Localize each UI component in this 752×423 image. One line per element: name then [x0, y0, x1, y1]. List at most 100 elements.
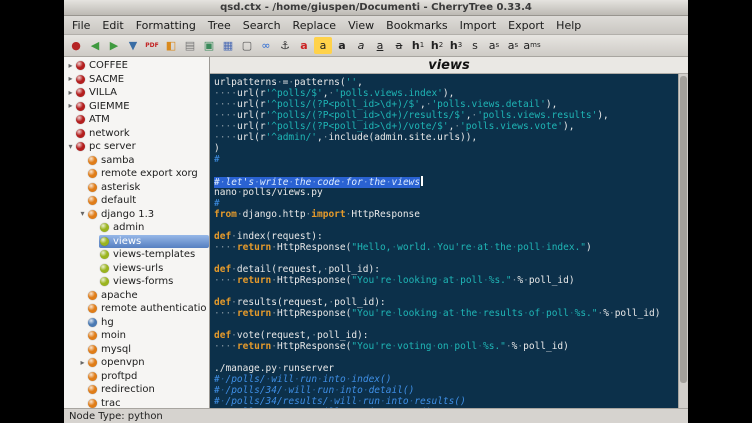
- tree-item-pc-server[interactable]: ▾pc server: [64, 140, 209, 154]
- code-line[interactable]: ): [214, 143, 676, 154]
- menu-bookmarks[interactable]: Bookmarks: [380, 18, 453, 33]
- code-line[interactable]: [214, 165, 676, 176]
- expander-icon[interactable]: ▾: [78, 210, 87, 218]
- tree-item-hg[interactable]: hg: [64, 316, 209, 330]
- code-line[interactable]: ····url(r'^polls/(?P<poll_id>\d+)/$',·'p…: [214, 99, 676, 110]
- code-line[interactable]: #: [214, 198, 676, 209]
- code-line[interactable]: ····url(r'^polls/(?P<poll_id>\d+)/vote/$…: [214, 121, 676, 132]
- save-icon[interactable]: ▼: [124, 37, 142, 54]
- bold-icon[interactable]: a: [333, 37, 351, 54]
- tree-item-mysql[interactable]: mysql: [64, 343, 209, 357]
- code-line[interactable]: from·django.http·import·HttpResponse: [214, 209, 676, 220]
- superscript-icon[interactable]: as: [485, 37, 503, 54]
- tree-item-django-1-3[interactable]: ▾django 1.3: [64, 208, 209, 222]
- code-line[interactable]: [214, 352, 676, 363]
- code-line[interactable]: #·/polls/·will·run·into·index(): [214, 374, 676, 385]
- go-back-icon[interactable]: ◀: [86, 37, 104, 54]
- code-line[interactable]: urlpatterns·=·patterns('',: [214, 77, 676, 88]
- underline-icon[interactable]: a: [371, 37, 389, 54]
- code-editor[interactable]: urlpatterns·=·patterns('',····url(r'^pol…: [210, 74, 688, 408]
- code-line[interactable]: nano·polls/views.py: [214, 187, 676, 198]
- code-line[interactable]: #·/polls/34/results/·will·run·into·resul…: [214, 396, 676, 407]
- tree-item-openvpn[interactable]: ▸openvpn: [64, 356, 209, 370]
- menu-file[interactable]: File: [66, 18, 96, 33]
- code-line[interactable]: ····return·HttpResponse("You're·looking·…: [214, 275, 676, 286]
- subscript-icon[interactable]: as: [504, 37, 522, 54]
- code-line[interactable]: ····return·HttpResponse("You're·looking·…: [214, 308, 676, 319]
- menu-tree[interactable]: Tree: [202, 18, 237, 33]
- menu-formatting[interactable]: Formatting: [130, 18, 202, 33]
- code-line[interactable]: def·vote(request,·poll_id):: [214, 330, 676, 341]
- expander-icon[interactable]: ▸: [66, 75, 75, 83]
- tree-item-admin[interactable]: admin: [64, 221, 209, 235]
- strikethrough-icon[interactable]: a: [390, 37, 408, 54]
- code-line[interactable]: #·let's·write·the·code·for·the·views: [214, 176, 676, 187]
- tree-item-views-templates[interactable]: views-templates: [64, 248, 209, 262]
- code-line[interactable]: def·results(request,·poll_id):: [214, 297, 676, 308]
- tree-item-samba[interactable]: samba: [64, 154, 209, 168]
- export-html-icon[interactable]: ◧: [162, 37, 180, 54]
- expander-icon[interactable]: ▸: [78, 359, 87, 367]
- code-line[interactable]: ····return·HttpResponse("Hello,·world.·Y…: [214, 242, 676, 253]
- expander-icon[interactable]: ▸: [66, 89, 75, 97]
- h2-icon[interactable]: h2: [428, 37, 446, 54]
- tree-item-redirection[interactable]: redirection: [64, 383, 209, 397]
- code-line[interactable]: ····return·HttpResponse("You're·voting·o…: [214, 341, 676, 352]
- code-line[interactable]: [214, 220, 676, 231]
- h1-icon[interactable]: h1: [409, 37, 427, 54]
- small-icon[interactable]: s: [466, 37, 484, 54]
- editor-scrollbar[interactable]: [678, 74, 688, 408]
- insert-table-icon[interactable]: ▦: [219, 37, 237, 54]
- tree-item-views-forms[interactable]: views-forms: [64, 275, 209, 289]
- tree-item-villa[interactable]: ▸VILLA: [64, 86, 209, 100]
- show-hide-tree-icon[interactable]: ●: [67, 37, 85, 54]
- insert-codebox-icon[interactable]: ▢: [238, 37, 256, 54]
- tree-item-network[interactable]: network: [64, 127, 209, 141]
- menu-export[interactable]: Export: [502, 18, 550, 33]
- menu-search[interactable]: Search: [237, 18, 287, 33]
- tree-item-views-urls[interactable]: views-urls: [64, 262, 209, 276]
- tree-item-remote-export-xorg[interactable]: remote export xorg: [64, 167, 209, 181]
- fg-color-icon[interactable]: a: [295, 37, 313, 54]
- tree-item-views[interactable]: views: [64, 235, 209, 249]
- code-line[interactable]: #: [214, 154, 676, 165]
- insert-image-icon[interactable]: ▣: [200, 37, 218, 54]
- code-line[interactable]: [214, 253, 676, 264]
- insert-link-icon[interactable]: ∞: [257, 37, 275, 54]
- menu-help[interactable]: Help: [550, 18, 587, 33]
- menu-replace[interactable]: Replace: [287, 18, 343, 33]
- code-line[interactable]: ./manage.py·runserver: [214, 363, 676, 374]
- tree-item-coffee[interactable]: ▸COFFEE: [64, 59, 209, 73]
- code-line[interactable]: #·/polls/34/vote/·will·run·into·vote(): [214, 407, 676, 408]
- tree-item-trac[interactable]: trac: [64, 397, 209, 409]
- expander-icon[interactable]: ▾: [66, 143, 75, 151]
- italic-icon[interactable]: a: [352, 37, 370, 54]
- code-line[interactable]: ····url(r'^polls/$',·'polls.views.index'…: [214, 88, 676, 99]
- export-txt-icon[interactable]: ▤: [181, 37, 199, 54]
- tree-item-remote-authentication[interactable]: remote authentication: [64, 302, 209, 316]
- code-line[interactable]: ····url(r'^admin/',·include(admin.site.u…: [214, 132, 676, 143]
- h3-icon[interactable]: h3: [447, 37, 465, 54]
- tree-item-asterisk[interactable]: asterisk: [64, 181, 209, 195]
- tree-item-atm[interactable]: ATM: [64, 113, 209, 127]
- export-pdf-icon[interactable]: PDF: [143, 37, 161, 54]
- tree-item-proftpd[interactable]: proftpd: [64, 370, 209, 384]
- menu-import[interactable]: Import: [454, 18, 503, 33]
- tree-item-default[interactable]: default: [64, 194, 209, 208]
- menu-view[interactable]: View: [342, 18, 380, 33]
- tree-item-apache[interactable]: apache: [64, 289, 209, 303]
- code-line[interactable]: [214, 286, 676, 297]
- code-line[interactable]: def·detail(request,·poll_id):: [214, 264, 676, 275]
- titlebar[interactable]: qsd.ctx - /home/giuspen/Documenti - Cher…: [64, 0, 688, 16]
- menu-edit[interactable]: Edit: [96, 18, 129, 33]
- code-line[interactable]: def·index(request):: [214, 231, 676, 242]
- tree-item-moin[interactable]: moin: [64, 329, 209, 343]
- insert-anchor-icon[interactable]: ⚓: [276, 37, 294, 54]
- bg-color-icon[interactable]: a: [314, 37, 332, 54]
- tree-item-giemme[interactable]: ▸GIEMME: [64, 100, 209, 114]
- expander-icon[interactable]: ▸: [66, 62, 75, 70]
- code-line[interactable]: ····url(r'^polls/(?P<poll_id>\d+)/result…: [214, 110, 676, 121]
- tree-item-sacme[interactable]: ▸SACME: [64, 73, 209, 87]
- go-forward-icon[interactable]: ▶: [105, 37, 123, 54]
- monospace-icon[interactable]: ams: [523, 37, 541, 54]
